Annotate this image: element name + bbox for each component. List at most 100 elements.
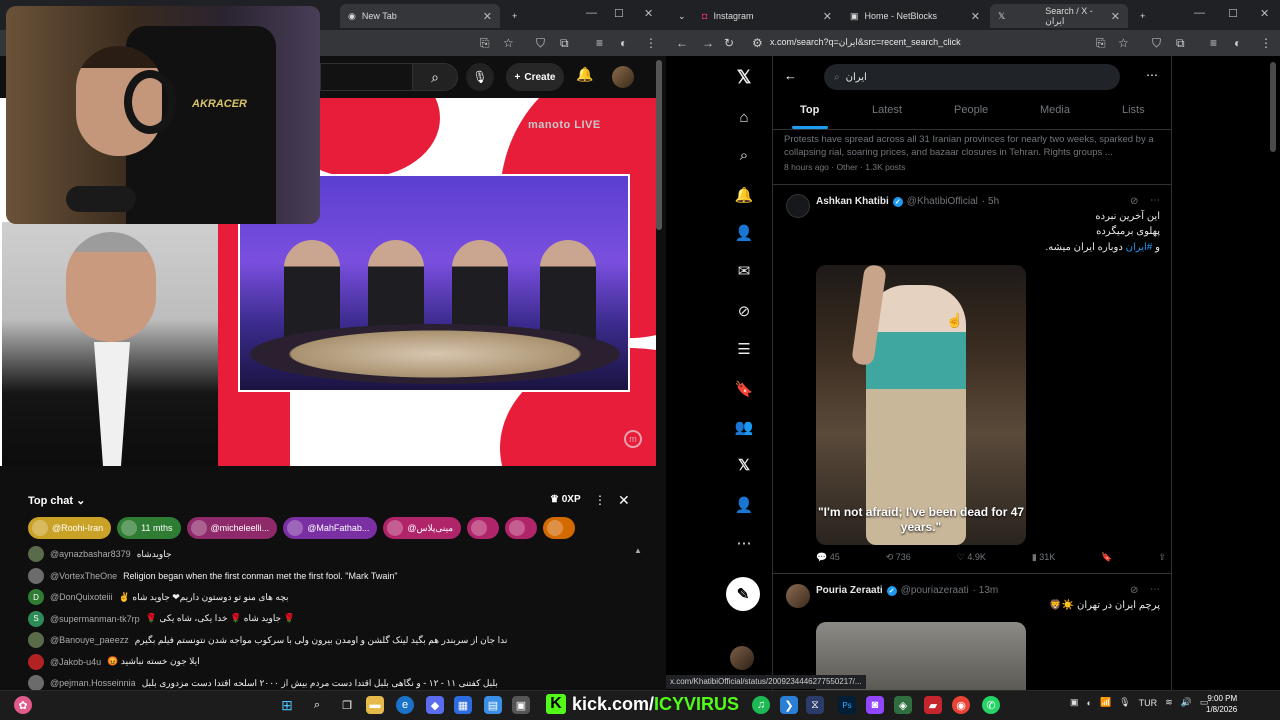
avatar[interactable] [786,194,810,218]
trend-summary[interactable]: Protests have spread across all 31 Irani… [784,133,1160,159]
chat-mode-dropdown[interactable]: Top chat ⌄ [28,494,85,507]
search-icon[interactable]: ⌕ [308,696,326,714]
account-avatar[interactable] [730,646,754,670]
chrome-icon[interactable]: ◉ [952,696,970,714]
vscode-icon[interactable]: ⧖ [806,696,824,714]
search-input[interactable] [320,63,412,91]
close-window-icon[interactable]: ✕ [1260,7,1269,20]
windows-start-icon[interactable]: ⊞ [278,696,296,714]
grok-icon[interactable]: ⊘ [1130,196,1138,207]
copilot-icon[interactable]: ◆ [426,696,444,714]
account-avatar[interactable] [612,66,634,88]
avatar[interactable] [28,675,44,691]
forward-icon[interactable]: → [702,36,714,50]
bookmark-icon[interactable]: 🔖 [1101,552,1112,563]
communities-icon[interactable]: 👥 [733,416,755,438]
app-tray-icon[interactable]: ◐ [1087,698,1092,708]
tab-x-search[interactable]: 𝕏 Search / X - ایران ✕ [990,4,1128,28]
avatar[interactable] [786,584,810,608]
close-window-icon[interactable]: ✕ [644,7,653,20]
profile-icon[interactable]: ◐ [1234,36,1241,50]
grok-icon[interactable]: ⊘ [733,300,755,322]
install-icon[interactable]: ⎘ [480,36,490,51]
avatar[interactable]: D [28,589,44,605]
premium-x-icon[interactable]: 𝕏 [733,454,755,476]
whatsapp-icon[interactable]: ✆ [982,696,1000,714]
close-icon[interactable]: ✕ [823,10,832,23]
widgets-icon[interactable]: ✿ [14,696,32,714]
notifications-bell-icon[interactable]: 🔔 [733,184,755,206]
hashtag-link[interactable]: #ایران [1126,242,1153,253]
site-info-icon[interactable]: ⚙ [752,36,763,50]
microphone-icon[interactable]: 🎙 [1119,697,1130,708]
tab-top[interactable]: Top [800,104,819,116]
close-icon[interactable]: ✕ [483,10,492,23]
maximize-icon[interactable]: ☐ [614,7,624,20]
chat-ticker-pill[interactable] [505,517,538,539]
app-tray-icon[interactable]: ▣ [1070,697,1079,708]
edge-icon[interactable]: e [396,696,414,714]
x-logo-icon[interactable]: 𝕏 [733,66,755,88]
back-icon[interactable]: ← [676,36,688,50]
avatar[interactable] [28,632,44,648]
menu-icon[interactable]: ⋮ [1260,36,1272,50]
photoshop-icon[interactable]: Ps [838,696,856,714]
extensions-icon[interactable]: ⧉ [560,36,569,51]
close-chat-icon[interactable]: ✕ [618,492,630,509]
post-image[interactable]: "I'm not afraid; I've been dead for 47 y… [816,265,1026,545]
chat-ticker-pill[interactable]: @مینی‌پلاس [383,517,462,539]
app-icon[interactable]: ◈ [894,696,912,714]
app-icon[interactable]: ▦ [454,696,472,714]
home-icon[interactable]: ⌂ [733,106,755,128]
app-icon[interactable]: ▤ [484,696,502,714]
views-button[interactable]: ▮ 31K [1032,552,1055,563]
tab-media[interactable]: Media [1040,104,1070,116]
app-icon[interactable]: ▣ [512,696,530,714]
scroll-up-icon[interactable]: ▲ [634,546,642,555]
task-view-icon[interactable]: ❐ [338,696,356,714]
tab-people[interactable]: People [954,104,988,116]
chat-ticker-pill[interactable]: @MahFathab... [283,517,378,539]
volume-icon[interactable]: 🔊 [1181,697,1192,708]
chat-username[interactable]: @DonQuixoteiii [50,592,113,602]
menu-icon[interactable]: ⋮ [645,36,657,50]
url-field[interactable]: x.com/search?q=ایران&src=recent_search_c… [770,37,961,48]
tab-lists[interactable]: Lists [1122,104,1145,116]
more-options-icon[interactable]: ⋯ [1150,584,1160,595]
chat-username[interactable]: @Banouye_paeezz [50,635,129,645]
scrollbar[interactable] [1270,62,1276,152]
xp-badge[interactable]: ♛ 0XP [550,494,581,505]
wifi-icon[interactable]: ≋ [1165,697,1173,708]
file-explorer-icon[interactable]: ▬ [366,696,384,714]
language-indicator[interactable]: TUR [1139,698,1158,708]
shield-icon[interactable]: ⛉ [1152,36,1161,51]
chat-username[interactable]: @Jakob-u4u [50,657,101,667]
back-arrow-icon[interactable]: ← [784,68,797,83]
explore-search-icon[interactable]: ⌕ [733,144,755,166]
chat-ticker-pill[interactable]: 11 mths [117,517,181,539]
more-options-icon[interactable]: ⋯ [1146,68,1158,82]
spotify-icon[interactable]: ♫ [752,696,770,714]
voice-search-button[interactable]: 🎙 [466,63,494,91]
chat-username[interactable]: @pejman.Hosseinnia [50,678,136,688]
lists-icon[interactable]: ☰ [733,338,755,360]
minimize-icon[interactable]: — [1194,7,1205,19]
reload-icon[interactable]: ↻ [724,36,734,50]
tab-new-tab[interactable]: ◉ New Tab ✕ [340,4,500,28]
search-button[interactable]: ⌕ [412,63,458,91]
compose-post-button[interactable]: ✎ [726,577,760,611]
share-icon[interactable]: ⇪ [1158,552,1166,563]
more-options-icon[interactable]: ⋮ [594,493,606,507]
like-button[interactable]: ♡ 4.9K [957,552,986,563]
chat-username[interactable]: @aynazbashar8379 [50,549,131,559]
avatar[interactable] [28,567,44,584]
tab-latest[interactable]: Latest [872,104,902,116]
new-tab-button[interactable]: + [1132,4,1152,28]
close-icon[interactable]: ✕ [1111,10,1120,23]
avatar[interactable] [28,653,44,670]
create-button[interactable]: + Create [506,63,564,91]
repost-button[interactable]: ⟲ 736 [886,552,911,563]
avatar[interactable]: S [28,610,44,627]
more-options-icon[interactable]: ⋯ [1150,195,1160,206]
avatar[interactable] [28,546,44,562]
